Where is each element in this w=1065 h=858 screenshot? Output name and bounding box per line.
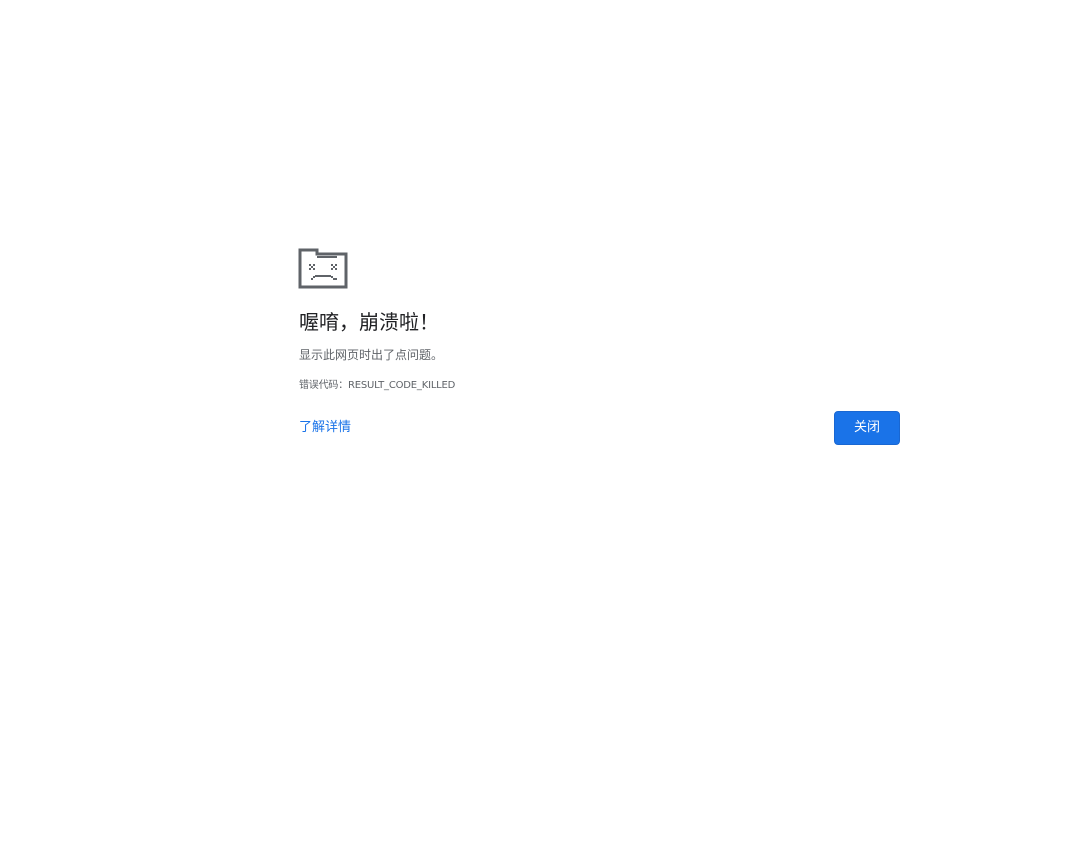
error-message: 显示此网页时出了点问题。 [299, 348, 444, 362]
sad-tab-icon [298, 248, 348, 289]
error-title: 喔唷，崩溃啦！ [299, 310, 439, 334]
error-code: 错误代码：RESULT_CODE_KILLED [299, 380, 456, 391]
close-button[interactable]: 关闭 [834, 411, 900, 445]
crash-page: 喔唷，崩溃啦！ 显示此网页时出了点问题。 错误代码：RESULT_CODE_KI… [0, 0, 1065, 858]
learn-more-link[interactable]: 了解详情 [299, 419, 351, 437]
